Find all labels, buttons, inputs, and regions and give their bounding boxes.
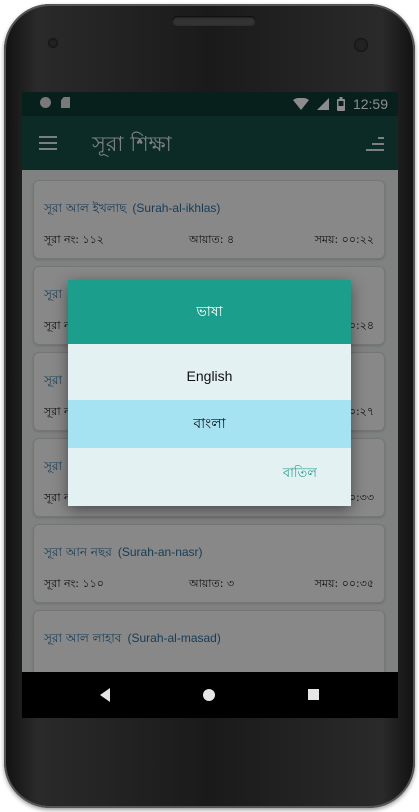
cancel-button[interactable]: বাতিল [283, 464, 317, 485]
option-english[interactable]: English [68, 352, 351, 400]
screen: 12:59 সূরা শিক্ষা সূরা আল ইখলাছ (Surah-al… [22, 92, 398, 718]
phone-speaker [172, 16, 256, 26]
phone-camera [354, 38, 368, 52]
back-icon[interactable] [100, 688, 110, 702]
language-dialog: ভাষা English বাংলা বাতিল [68, 280, 351, 506]
option-bangla[interactable]: বাংলা [68, 400, 351, 448]
recent-apps-icon[interactable] [308, 689, 319, 700]
phone-sensor [48, 38, 58, 48]
home-icon[interactable] [203, 689, 215, 701]
navigation-bar [22, 672, 398, 718]
dialog-title: ভাষা [68, 280, 351, 344]
